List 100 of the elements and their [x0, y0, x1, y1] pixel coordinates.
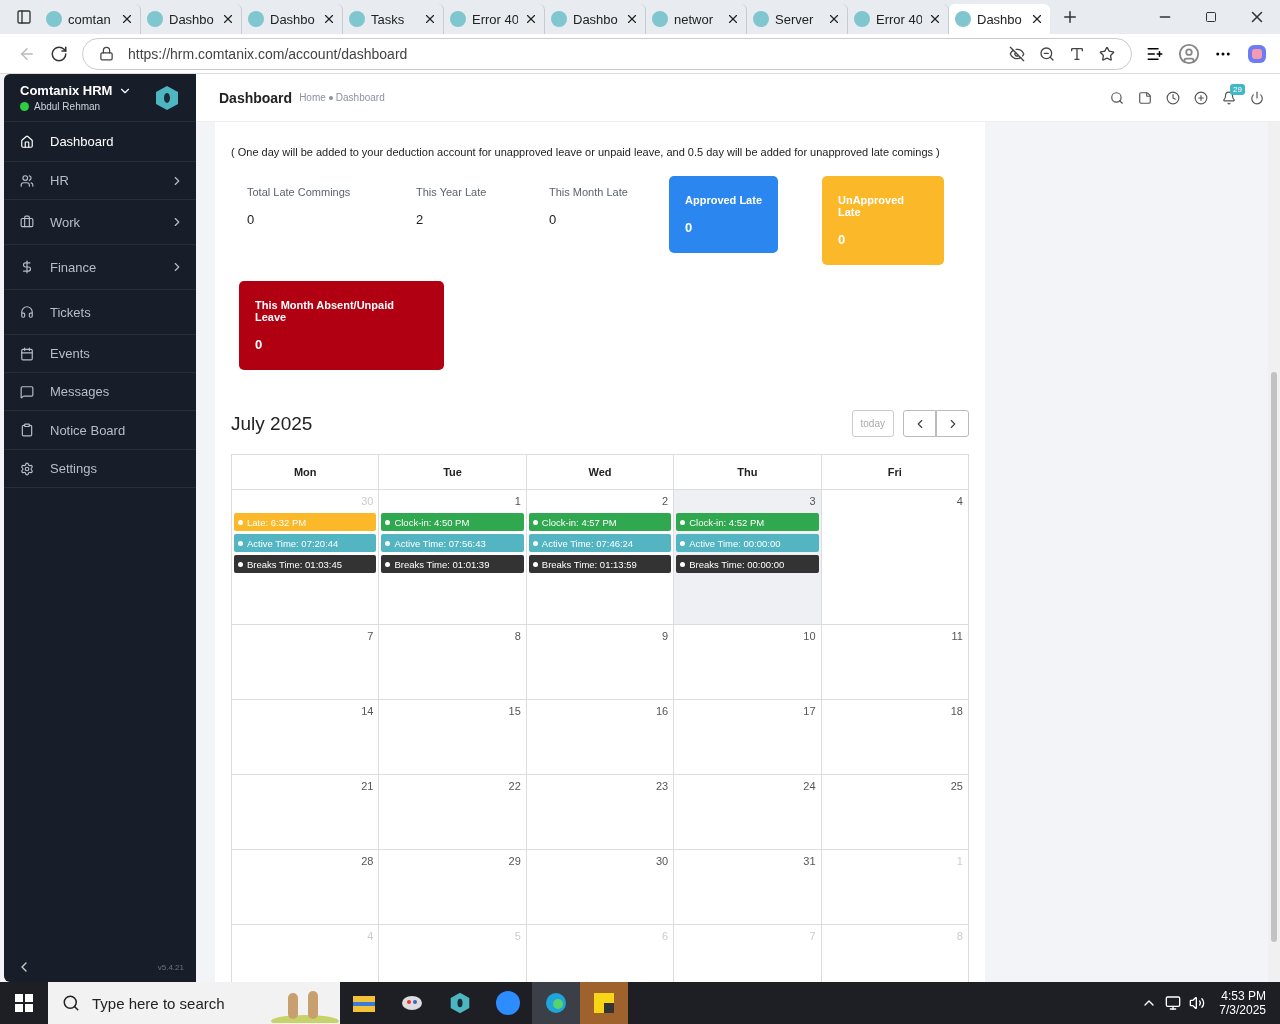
- close-icon[interactable]: [221, 12, 235, 26]
- calendar-event[interactable]: Breaks Time: 00:00:00: [676, 555, 819, 573]
- sidebar-item[interactable]: Settings: [4, 450, 196, 488]
- calendar-day-cell[interactable]: 22: [379, 775, 527, 850]
- calendar-day-cell[interactable]: 3 Clock-in: 4:52 PM Active Time: 00:00:00 Breaks Time: 00:00:00: [674, 490, 822, 625]
- edge-icon[interactable]: [532, 982, 580, 1024]
- app-name-dropdown[interactable]: Comtanix HRM: [20, 83, 133, 98]
- calendar-day-cell[interactable]: 18: [821, 700, 969, 775]
- clock-icon[interactable]: [1166, 90, 1180, 105]
- calendar-day-cell[interactable]: 9: [526, 625, 675, 700]
- note-icon[interactable]: [1138, 90, 1152, 105]
- sidebar-item[interactable]: Finance: [4, 245, 196, 290]
- dollar-icon: [20, 260, 34, 274]
- sidebar-item[interactable]: Events: [4, 335, 196, 373]
- calendar-day-cell[interactable]: 7: [232, 625, 380, 700]
- sidebar-item[interactable]: Work: [4, 200, 196, 245]
- day-number: 3: [809, 495, 816, 507]
- close-icon[interactable]: [827, 12, 841, 26]
- read-aloud-icon[interactable]: [1069, 45, 1085, 62]
- calendar-day-cell[interactable]: 8: [379, 625, 527, 700]
- day-number: 21: [361, 780, 374, 792]
- star-icon[interactable]: [1099, 45, 1115, 62]
- close-icon[interactable]: [322, 12, 336, 26]
- version-text: v5.4.21: [157, 962, 184, 972]
- browser-tab[interactable]: Dashbo: [545, 4, 646, 34]
- stat-card: This Month Absent/Unpaid Leave 0: [239, 281, 444, 370]
- tracking-icon[interactable]: [1009, 45, 1025, 62]
- power-icon[interactable]: [1250, 90, 1264, 105]
- search-icon: [62, 994, 80, 1012]
- close-icon[interactable]: [120, 12, 134, 26]
- calendar-day-cell[interactable]: 30: [526, 850, 675, 925]
- separator-dot-icon: [328, 95, 333, 100]
- calendar-day-cell[interactable]: 4: [821, 490, 969, 625]
- calendar-day-cell[interactable]: 15: [379, 700, 527, 775]
- day-number: 18: [950, 705, 963, 717]
- refresh-icon[interactable]: [50, 44, 68, 63]
- close-icon[interactable]: [928, 12, 942, 26]
- tab-favicon-icon: [753, 11, 769, 27]
- day-number: 11: [951, 630, 963, 642]
- add-icon[interactable]: [1194, 90, 1208, 105]
- day-number: 29: [508, 855, 521, 867]
- network-icon[interactable]: [1165, 995, 1182, 1011]
- browser-tab[interactable]: networ: [646, 4, 747, 34]
- sidebar-item[interactable]: Messages: [4, 373, 196, 411]
- sidebar-item[interactable]: Dashboard: [4, 122, 196, 162]
- calendar-day-cell[interactable]: 23: [526, 775, 675, 850]
- page-title: Dashboard: [219, 89, 293, 106]
- briefcase-icon: [20, 215, 34, 229]
- browser-tab[interactable]: Dashbo: [242, 4, 343, 34]
- calendar-day-cell[interactable]: 21: [232, 775, 380, 850]
- browser-tab[interactable]: Tasks: [343, 4, 444, 34]
- day-number: 23: [655, 780, 669, 792]
- calendar-event[interactable]: Breaks Time: 01:01:39: [381, 555, 524, 573]
- taskbar-date: 7/3/2025: [1219, 1003, 1266, 1017]
- taskbar-search-field[interactable]: Type here to search: [48, 982, 340, 1024]
- zoom-out-icon[interactable]: [1039, 45, 1055, 62]
- profile-icon[interactable]: [1178, 42, 1200, 65]
- calendar-day-cell[interactable]: 28: [232, 850, 380, 925]
- stat-value: 0: [247, 212, 256, 227]
- browser-tab[interactable]: Dashbo: [141, 4, 242, 34]
- close-icon[interactable]: [625, 12, 639, 26]
- calendar-day-cell[interactable]: 31: [674, 850, 822, 925]
- close-icon[interactable]: [726, 12, 740, 26]
- copilot-icon[interactable]: [1246, 42, 1268, 65]
- calendar-title: July 2025: [231, 412, 314, 435]
- close-icon[interactable]: [423, 12, 437, 26]
- calendar-day-cell[interactable]: 1 Clock-in: 4:50 PM Active Time: 07:56:43 Breaks Time: 01:01:39: [379, 490, 527, 625]
- tab-favicon-icon: [450, 11, 466, 27]
- calendar-day-cell[interactable]: 29: [379, 850, 527, 925]
- tab-favicon-icon: [551, 11, 567, 27]
- day-number: 31: [803, 855, 816, 867]
- browser-tab[interactable]: Server: [747, 4, 848, 34]
- calendar-day-cell[interactable]: 11: [821, 625, 969, 700]
- calendar-day-cell[interactable]: 17: [674, 700, 822, 775]
- scrollbar-thumb[interactable]: [1271, 372, 1277, 942]
- calendar-day-cell[interactable]: 25: [821, 775, 969, 850]
- calendar-day-cell[interactable]: 10: [674, 625, 822, 700]
- tab-favicon-icon: [349, 11, 365, 27]
- user-name: Abdul Rehman: [34, 101, 101, 112]
- notifications-icon[interactable]: [1222, 90, 1236, 105]
- day-number: 17: [803, 705, 816, 717]
- browser-tab[interactable]: Error 40: [444, 4, 545, 34]
- calendar-event[interactable]: Breaks Time: 01:03:45: [234, 555, 377, 573]
- search-icon[interactable]: [1110, 90, 1124, 105]
- gear-icon: [20, 461, 34, 476]
- close-icon[interactable]: [1030, 12, 1044, 26]
- sidebar-item[interactable]: Notice Board: [4, 411, 196, 450]
- volume-icon[interactable]: [1189, 995, 1206, 1011]
- sticky-notes-icon[interactable]: [580, 982, 628, 1024]
- calendar-day-cell[interactable]: 16: [526, 700, 675, 775]
- day-number: 9: [662, 630, 669, 642]
- browser-tab[interactable]: Dashbo: [949, 4, 1050, 34]
- calendar-event[interactable]: Breaks Time: 01:13:59: [528, 555, 672, 573]
- calendar-day-cell[interactable]: 24: [674, 775, 822, 850]
- calendar-day-cell[interactable]: 2 Clock-in: 4:57 PM Active Time: 07:46:24 Breaks Time: 01:13:59: [526, 490, 675, 625]
- sidebar-item[interactable]: Tickets: [4, 290, 196, 335]
- browser-tab[interactable]: comtan: [40, 4, 141, 34]
- close-icon[interactable]: [524, 12, 538, 26]
- calendar-day-cell[interactable]: 14: [232, 700, 380, 775]
- sidebar-item[interactable]: HR: [4, 162, 196, 200]
